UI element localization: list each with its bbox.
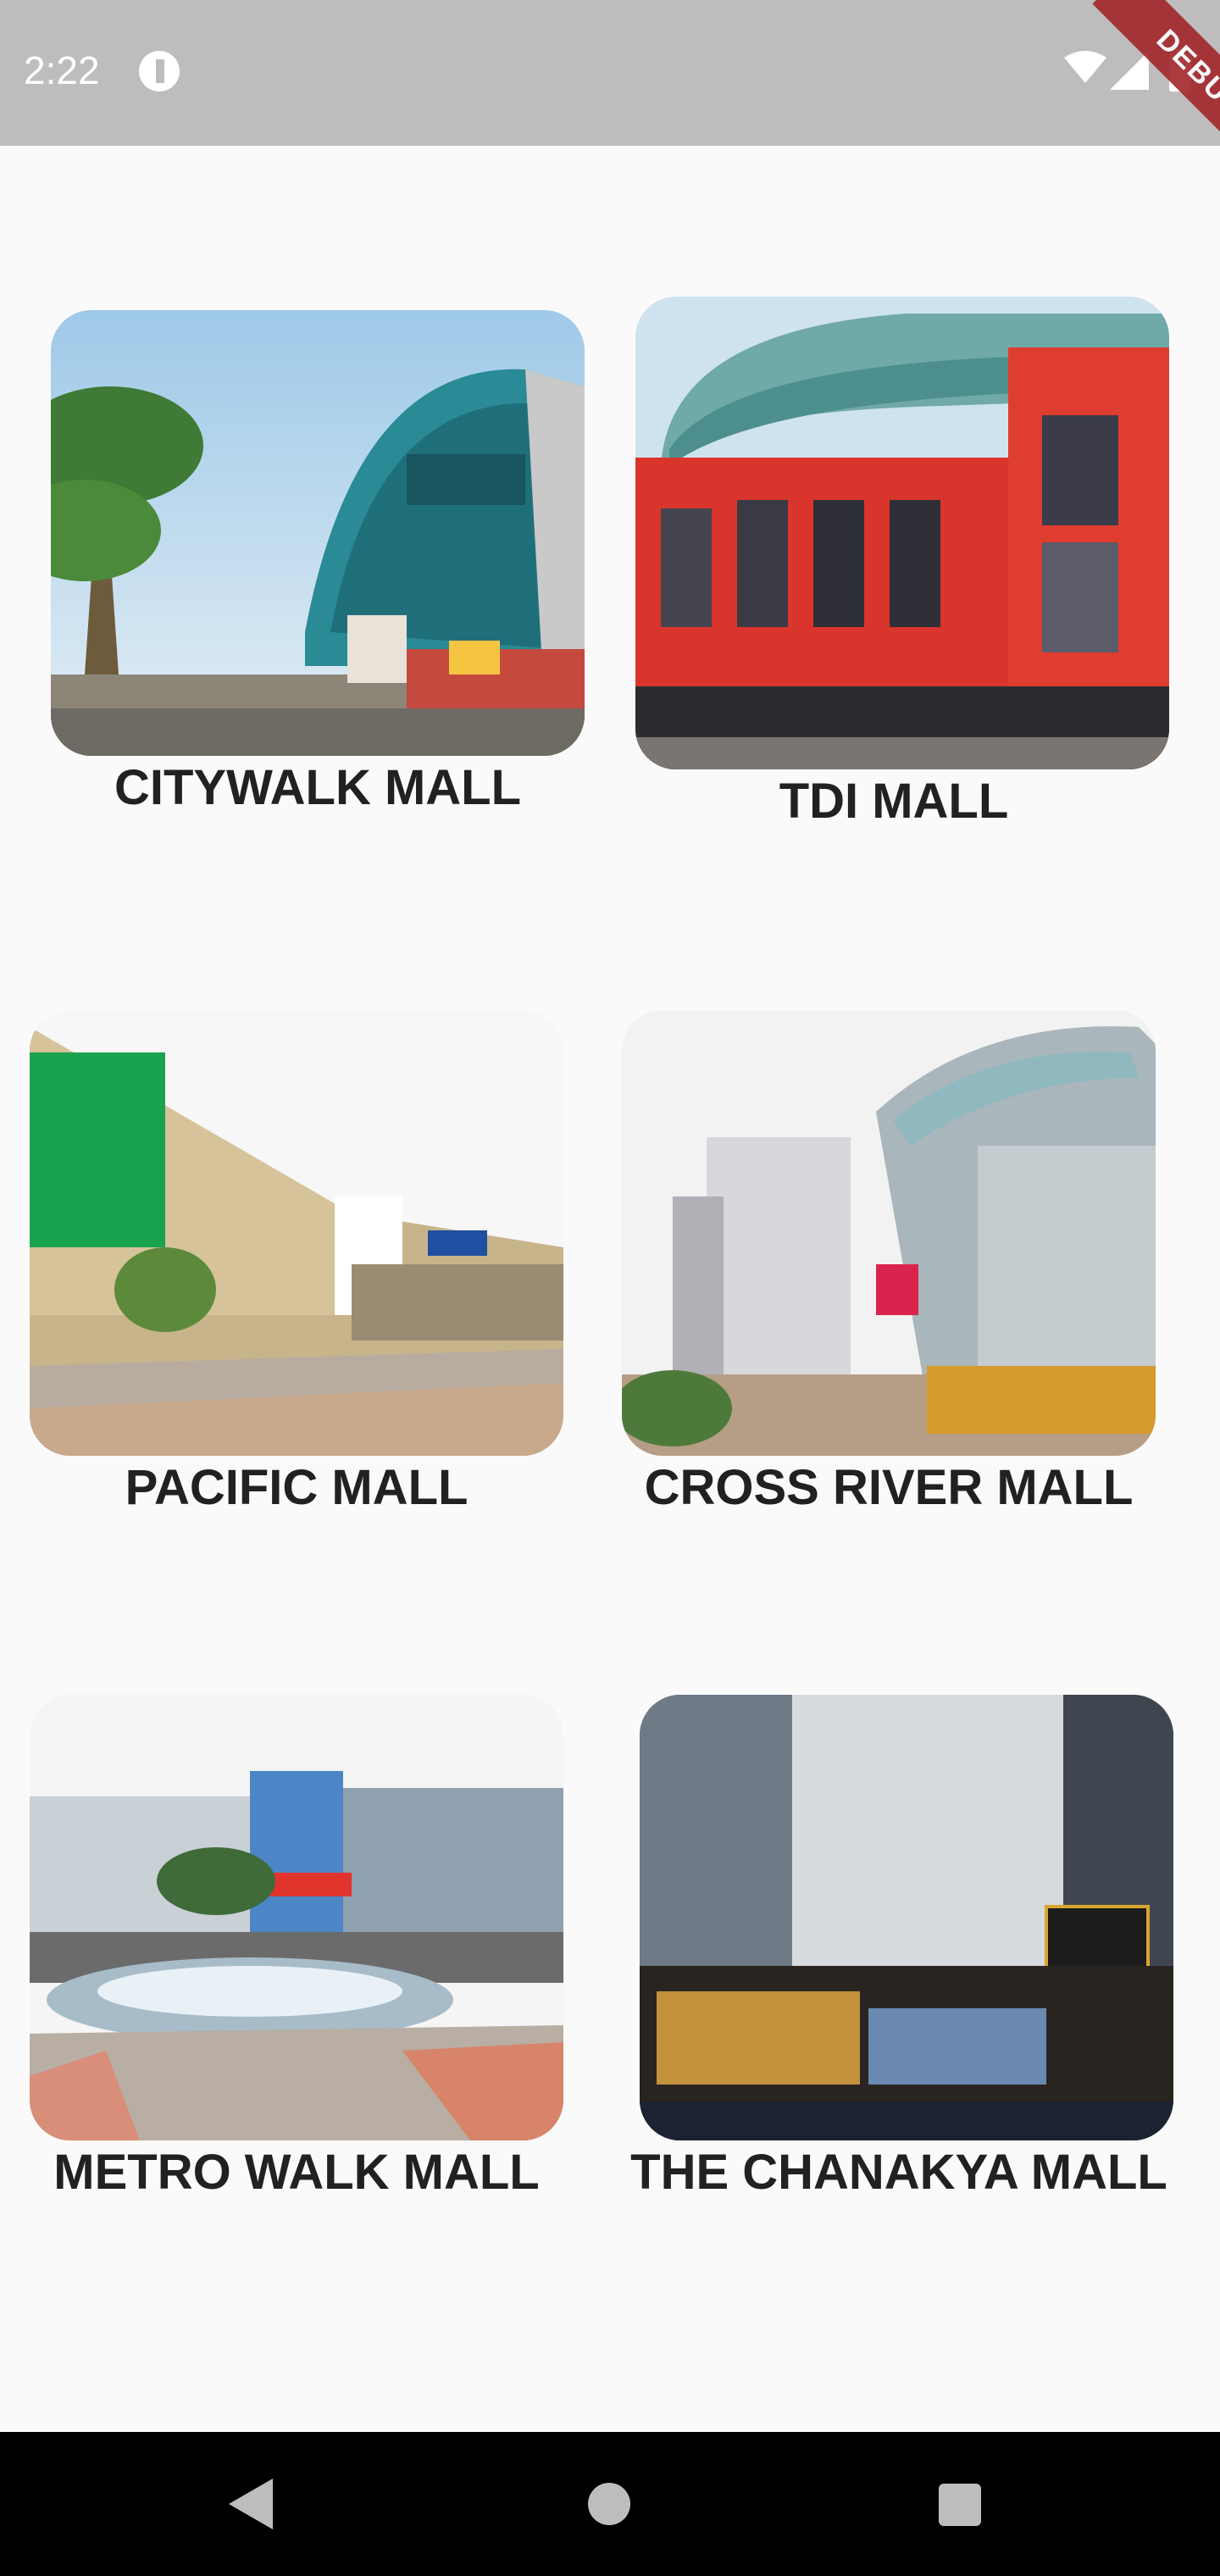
mall-image-chanakya[interactable] xyxy=(640,1695,1173,2140)
mall-image-tdi[interactable] xyxy=(635,297,1169,769)
mall-name-metro-walk: METRO WALK MALL xyxy=(53,2145,540,2200)
home-icon[interactable] xyxy=(588,2483,630,2525)
mall-image-pacific[interactable] xyxy=(30,1010,563,1456)
mall-name-cross-river: CROSS RIVER MALL xyxy=(644,1460,1134,1515)
signal-icon xyxy=(1110,51,1149,90)
recent-apps-icon[interactable] xyxy=(939,2484,981,2526)
mall-name-citywalk: CITYWALK MALL xyxy=(114,760,522,815)
status-bar: 2:22 DEBUG xyxy=(0,0,1220,146)
status-time: 2:22 xyxy=(24,48,100,92)
navigation-bar xyxy=(0,2432,1220,2576)
mall-image-cross-river[interactable] xyxy=(622,1010,1156,1456)
mall-name-tdi: TDI MALL xyxy=(779,774,1009,829)
wifi-icon xyxy=(1064,51,1106,83)
mall-name-pacific: PACIFIC MALL xyxy=(125,1460,469,1515)
app-notification-icon xyxy=(139,51,180,92)
mall-image-metro-walk[interactable] xyxy=(30,1695,563,2140)
mall-image-citywalk[interactable] xyxy=(51,310,585,756)
back-icon[interactable] xyxy=(229,2479,276,2529)
mall-name-chanakya: THE CHANAKYA MALL xyxy=(630,2145,1167,2200)
